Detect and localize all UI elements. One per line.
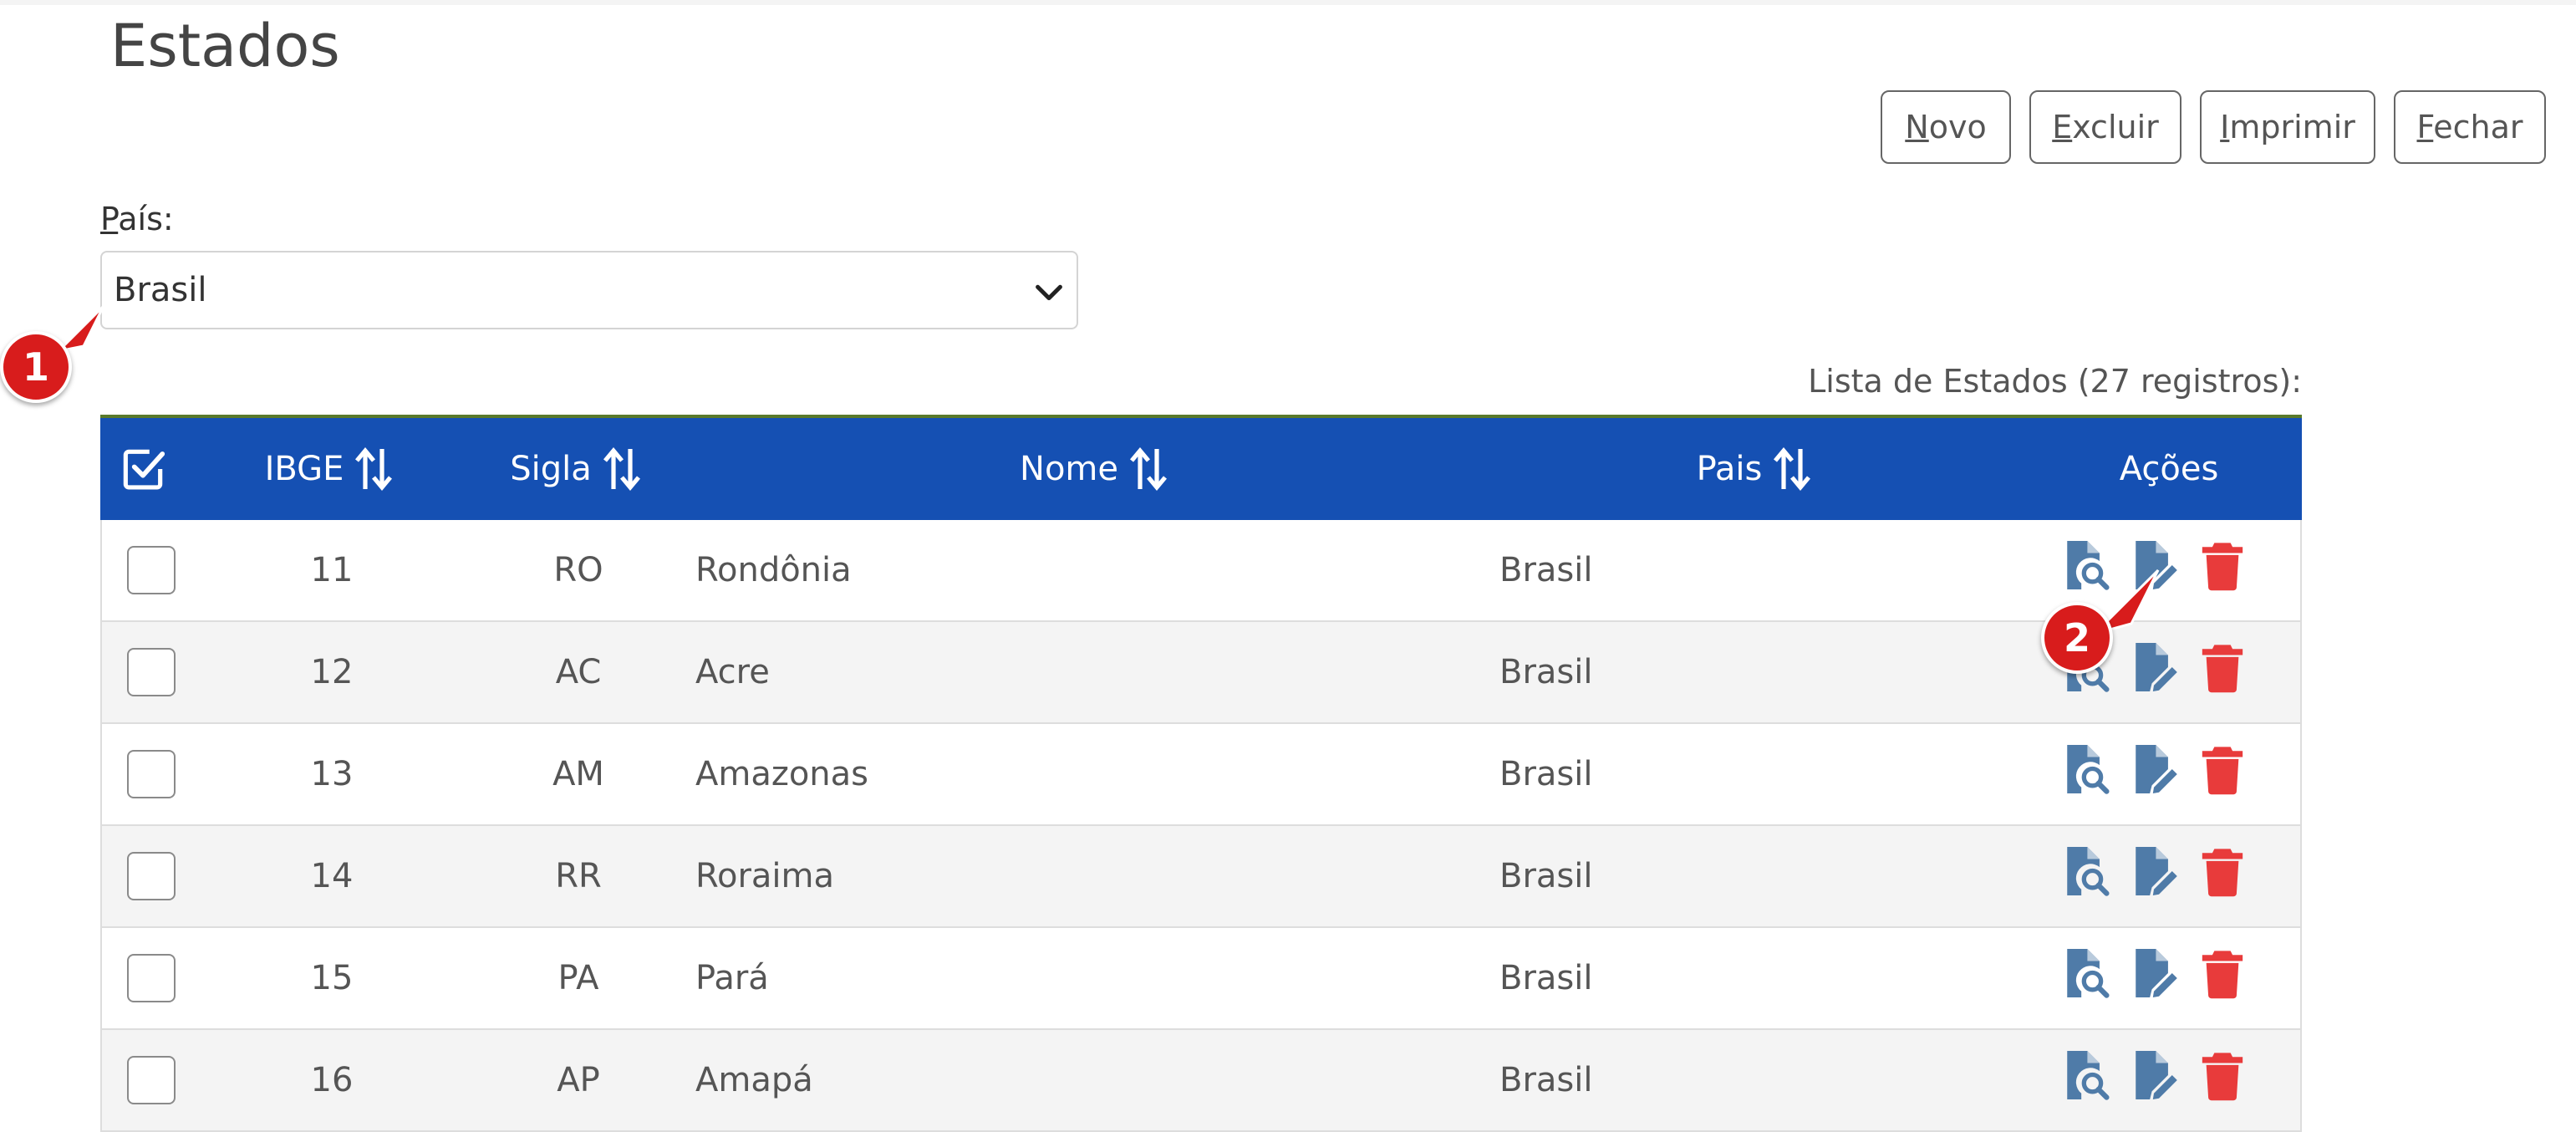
excluir-label: Excluir xyxy=(2052,109,2159,145)
file-search-icon[interactable] xyxy=(2061,844,2110,898)
cell-nome: Amazonas xyxy=(695,755,869,793)
sort-arrows-icon xyxy=(355,446,393,492)
check-square-icon xyxy=(123,449,165,490)
table-row[interactable]: 14 RR Roraima Brasil xyxy=(100,826,2302,928)
table-row[interactable]: 16 AP Amapá Brasil xyxy=(100,1030,2302,1132)
cell-ibge: 12 xyxy=(310,653,354,691)
table-row[interactable]: 12 AC Acre Brasil xyxy=(100,622,2302,724)
grid-body: 11 RO Rondônia Brasil 12 AC Acre Brasil xyxy=(100,520,2302,1132)
column-acoes-label: Ações xyxy=(2119,450,2219,488)
excluir-button[interactable]: Excluir xyxy=(2029,90,2181,164)
sort-arrows-icon xyxy=(1129,446,1167,492)
toolbar: Novo Excluir Imprimir Fechar xyxy=(1881,90,2546,164)
badge-2: 2 xyxy=(2041,602,2113,674)
file-edit-icon[interactable] xyxy=(2130,640,2178,694)
states-grid: IBGE Sigla Nome Pais Ações 11 RO Rondôni… xyxy=(100,415,2302,1132)
imprimir-label: Imprimir xyxy=(2220,109,2355,145)
column-header-sigla[interactable]: Sigla xyxy=(476,418,677,520)
column-nome-label: Nome xyxy=(1020,450,1118,488)
trash-icon[interactable] xyxy=(2198,946,2247,1000)
cell-nome: Amapá xyxy=(695,1061,813,1099)
file-edit-icon[interactable] xyxy=(2130,1048,2178,1102)
cell-nome: Roraima xyxy=(695,857,835,895)
column-ibge-label: IBGE xyxy=(264,450,344,488)
row-actions xyxy=(2061,719,2247,819)
cell-pais: Brasil xyxy=(1499,1061,1593,1099)
file-edit-icon[interactable] xyxy=(2130,946,2178,1000)
cell-sigla: PA xyxy=(557,959,599,997)
column-header-nome[interactable]: Nome xyxy=(986,418,1204,520)
row-checkbox[interactable] xyxy=(127,852,176,900)
table-row[interactable]: 15 PA Pará Brasil xyxy=(100,928,2302,1030)
column-header-pais[interactable]: Pais xyxy=(1655,418,1856,520)
fechar-label: Fechar xyxy=(2416,109,2523,145)
top-strip xyxy=(0,0,2576,5)
select-all-checkbox[interactable] xyxy=(117,418,201,520)
sort-arrows-icon xyxy=(603,446,640,492)
trash-icon[interactable] xyxy=(2198,640,2247,694)
cell-pais: Brasil xyxy=(1499,653,1593,691)
table-row[interactable]: 13 AM Amazonas Brasil xyxy=(100,724,2302,826)
country-select-value: Brasil xyxy=(114,271,207,309)
file-search-icon[interactable] xyxy=(2061,946,2110,1000)
imprimir-button[interactable]: Imprimir xyxy=(2200,90,2375,164)
cell-nome: Rondônia xyxy=(695,551,852,589)
page-title: Estados xyxy=(110,12,340,80)
column-header-acoes: Ações xyxy=(2064,418,2273,520)
row-actions xyxy=(2061,923,2247,1023)
cell-nome: Pará xyxy=(695,959,769,997)
sort-arrows-icon xyxy=(1774,446,1811,492)
file-edit-icon[interactable] xyxy=(2130,844,2178,898)
row-actions xyxy=(2061,821,2247,921)
cell-pais: Brasil xyxy=(1499,551,1593,589)
trash-icon[interactable] xyxy=(2198,742,2247,796)
row-checkbox[interactable] xyxy=(127,546,176,594)
list-caption: Lista de Estados (27 registros): xyxy=(1808,363,2302,400)
cell-ibge: 13 xyxy=(310,755,354,793)
column-sigla-label: Sigla xyxy=(510,450,592,488)
cell-ibge: 14 xyxy=(310,857,354,895)
badge-1: 1 xyxy=(0,331,72,403)
novo-button[interactable]: Novo xyxy=(1881,90,2011,164)
country-label: País: xyxy=(100,201,174,237)
column-header-ibge[interactable]: IBGE xyxy=(234,418,426,520)
cell-ibge: 16 xyxy=(310,1061,354,1099)
grid-header: IBGE Sigla Nome Pais Ações xyxy=(100,418,2302,520)
file-edit-icon[interactable] xyxy=(2130,742,2178,796)
cell-sigla: AC xyxy=(555,653,602,691)
table-row[interactable]: 11 RO Rondônia Brasil xyxy=(100,520,2302,622)
novo-label: Novo xyxy=(1905,109,1987,145)
row-checkbox[interactable] xyxy=(127,954,176,1002)
cell-ibge: 15 xyxy=(310,959,354,997)
trash-icon[interactable] xyxy=(2198,844,2247,898)
cell-sigla: RO xyxy=(553,551,603,589)
trash-icon[interactable] xyxy=(2198,538,2247,592)
fechar-button[interactable]: Fechar xyxy=(2394,90,2546,164)
cell-pais: Brasil xyxy=(1499,755,1593,793)
row-checkbox[interactable] xyxy=(127,750,176,798)
row-checkbox[interactable] xyxy=(127,1056,176,1104)
cell-nome: Acre xyxy=(695,653,770,691)
row-actions xyxy=(2061,1025,2247,1125)
cell-pais: Brasil xyxy=(1499,959,1593,997)
row-checkbox[interactable] xyxy=(127,648,176,696)
cell-sigla: AP xyxy=(557,1061,600,1099)
cell-sigla: RR xyxy=(555,857,602,895)
cell-pais: Brasil xyxy=(1499,857,1593,895)
chevron-down-icon xyxy=(1036,284,1062,301)
trash-icon[interactable] xyxy=(2198,1048,2247,1102)
file-search-icon[interactable] xyxy=(2061,742,2110,796)
country-select[interactable]: Brasil xyxy=(100,251,1078,329)
file-search-icon[interactable] xyxy=(2061,1048,2110,1102)
column-pais-label: Pais xyxy=(1696,450,1763,488)
cell-ibge: 11 xyxy=(310,551,354,589)
cell-sigla: AM xyxy=(552,755,604,793)
